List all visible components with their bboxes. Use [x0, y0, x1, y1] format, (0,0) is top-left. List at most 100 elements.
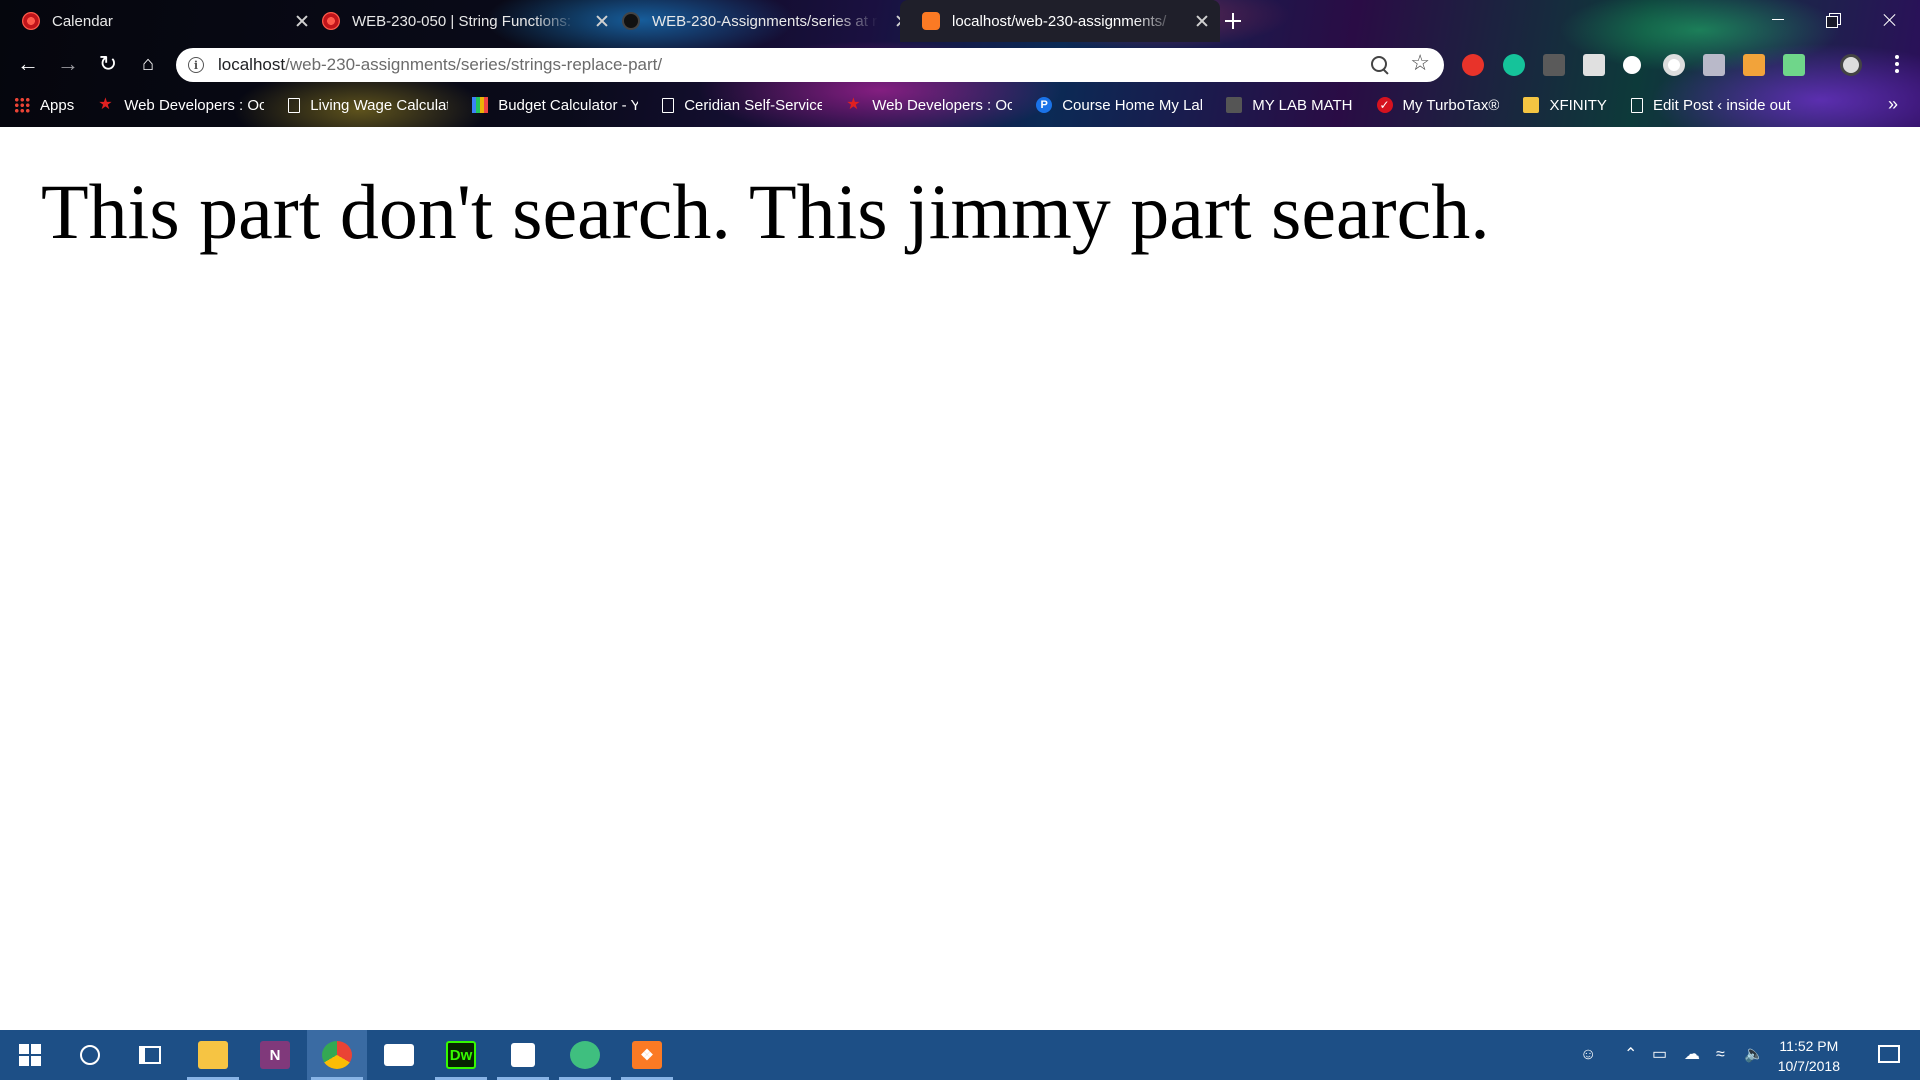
bookmark-web-developers[interactable]: ★ Web Developers : Oc	[98, 97, 264, 114]
page-icon	[288, 97, 301, 113]
mail-envelope-icon	[384, 1044, 414, 1066]
cortana-circle-icon	[80, 1045, 100, 1065]
volume-icon[interactable]: 🔈	[1744, 1045, 1764, 1065]
course-favicon-icon	[322, 12, 340, 30]
bookmark-label: Web Developers : Oc	[872, 96, 1013, 114]
bookmark-label: MY LAB MATH	[1252, 96, 1353, 114]
extension-white-dot-icon[interactable]	[1623, 56, 1641, 74]
extension-red-icon[interactable]	[1462, 54, 1484, 76]
calendar-favicon-icon	[22, 12, 40, 30]
restore-window-button[interactable]	[1806, 0, 1862, 40]
browser-menu-icon[interactable]	[1894, 55, 1900, 75]
bookmark-living-wage[interactable]: Living Wage Calculat	[288, 97, 448, 114]
wifi-icon[interactable]: ≈	[1716, 1045, 1725, 1065]
taskbar-xampp[interactable]: ❖	[617, 1030, 677, 1080]
bookmark-turbotax[interactable]: ✓ My TurboTax®	[1376, 96, 1500, 114]
extension-paint-icon[interactable]	[1583, 54, 1605, 76]
cortana-button[interactable]	[60, 1030, 120, 1080]
taskbar-onenote[interactable]: N	[245, 1030, 305, 1080]
bookmark-label: Budget Calculator - Y	[498, 96, 639, 114]
tab-close-icon[interactable]	[1194, 13, 1210, 29]
taskbar-mail[interactable]	[369, 1030, 429, 1080]
file-explorer-icon	[198, 1041, 228, 1069]
tab-title: Calendar	[52, 12, 113, 30]
people-icon[interactable]: ☺	[1580, 1045, 1596, 1065]
address-bar[interactable]: i localhost/web-230-assignments/series/s…	[176, 48, 1444, 82]
tab-string-functions[interactable]: WEB-230-050 | String Functions:	[300, 0, 620, 42]
forward-arrow-icon[interactable]: →	[54, 50, 82, 78]
url-path: /web-230-assignments/series/strings-repl…	[285, 55, 663, 74]
site-info-icon[interactable]: i	[188, 57, 204, 73]
tab-title: localhost/web-230-assignments/	[952, 12, 1167, 30]
task-view-icon	[139, 1046, 161, 1064]
bookmark-label: XFINITY	[1549, 96, 1607, 114]
clock-time: 11:52 PM	[1779, 1038, 1839, 1054]
bookmark-xfinity[interactable]: XFINITY	[1523, 97, 1607, 114]
clock-date: 10/7/2018	[1777, 1058, 1840, 1074]
bookmark-ceridian[interactable]: Ceridian Self-Service	[662, 97, 822, 114]
bookmarks-bar: Apps ★ Web Developers : Oc Living Wage C…	[14, 92, 1817, 118]
bookmark-label: My TurboTax®	[1402, 96, 1500, 114]
start-button[interactable]	[0, 1030, 60, 1080]
task-view-button[interactable]	[120, 1030, 180, 1080]
github-favicon-icon	[622, 12, 640, 30]
apps-grid-icon	[14, 97, 30, 113]
new-tab-plus-icon[interactable]	[1222, 10, 1244, 32]
home-icon[interactable]: ⌂	[134, 50, 162, 78]
reload-icon[interactable]: ↻	[94, 50, 122, 78]
folder-icon	[1523, 97, 1540, 113]
show-hidden-icons-chevron-icon[interactable]: ⌃	[1624, 1045, 1637, 1065]
taskbar-dreamweaver[interactable]: Dw	[431, 1030, 491, 1080]
bookmark-label: Living Wage Calculat	[310, 96, 449, 114]
tab-title: WEB-230-Assignments/series at r	[652, 12, 878, 30]
tab-github-series[interactable]: WEB-230-Assignments/series at r	[600, 0, 920, 42]
bookmark-label: Web Developers : Oc	[124, 96, 265, 114]
taskbar-sticky-notes[interactable]	[493, 1030, 553, 1080]
bookmark-course-home[interactable]: P Course Home My Lab	[1036, 97, 1202, 114]
bookmark-my-lab-math[interactable]: MY LAB MATH	[1226, 96, 1353, 114]
url-host: localhost	[218, 55, 286, 74]
extension-pdf-icon[interactable]	[1543, 54, 1565, 76]
xampp-favicon-icon	[922, 12, 940, 30]
bookmark-web-developers-2[interactable]: ★ Web Developers : Oc	[846, 97, 1012, 114]
dreamweaver-icon: Dw	[446, 1041, 476, 1069]
turbotax-check-icon: ✓	[1376, 97, 1393, 113]
grammarly-icon[interactable]	[1503, 54, 1525, 76]
output-text: This part don't search. This jimmy part …	[41, 168, 1490, 255]
url-text[interactable]: localhost/web-230-assignments/series/str…	[218, 55, 662, 75]
extension-translate-icon[interactable]	[1703, 54, 1725, 76]
profile-avatar[interactable]	[1840, 54, 1862, 76]
bookmark-apps[interactable]: Apps	[14, 97, 74, 114]
page-icon	[1630, 97, 1643, 113]
onedrive-cloud-icon[interactable]: ☁	[1684, 1045, 1700, 1065]
bookmark-edit-post[interactable]: Edit Post ‹ inside out	[1630, 97, 1793, 114]
bookmark-budget-calculator[interactable]: Budget Calculator - Y	[472, 97, 638, 114]
battery-icon[interactable]: ▭	[1652, 1045, 1667, 1065]
extension-orange-icon[interactable]	[1743, 54, 1765, 76]
globe-app-icon	[570, 1041, 600, 1069]
taskbar-file-explorer[interactable]	[183, 1030, 243, 1080]
pearson-icon: P	[1036, 97, 1053, 113]
chrome-icon	[322, 1041, 352, 1069]
clock[interactable]: 11:52 PM 10/7/2018	[1778, 1036, 1840, 1076]
bookmark-label: Ceridian Self-Service	[684, 96, 823, 114]
sticky-notes-icon	[511, 1043, 535, 1067]
minimize-window-button[interactable]	[1750, 0, 1806, 40]
windows-logo-icon	[19, 1044, 41, 1066]
action-center-icon[interactable]	[1878, 1045, 1900, 1063]
extension-ring-icon[interactable]	[1663, 54, 1685, 76]
close-window-button[interactable]	[1862, 0, 1918, 40]
tab-title: WEB-230-050 | String Functions:	[352, 12, 571, 30]
taskbar-globe-app[interactable]	[555, 1030, 615, 1080]
taskbar-chrome[interactable]	[307, 1030, 367, 1080]
zoom-icon[interactable]	[1370, 55, 1390, 75]
page-icon	[662, 97, 675, 113]
page-content: This part don't search. This jimmy part …	[0, 127, 1920, 1030]
tab-localhost[interactable]: localhost/web-230-assignments/	[900, 0, 1220, 42]
back-arrow-icon[interactable]: ←	[14, 50, 42, 78]
more-bookmarks-chevron-icon[interactable]: »	[1888, 94, 1898, 115]
extension-green-icon[interactable]	[1783, 54, 1805, 76]
windows-taskbar: N Dw ❖ ☺ ⌃ ▭ ☁ ≈ 🔈 11:52 PM 10/7/2018	[0, 1030, 1920, 1080]
tab-calendar[interactable]: Calendar	[0, 0, 320, 42]
bookmark-star-icon[interactable]: ☆	[1410, 52, 1430, 74]
